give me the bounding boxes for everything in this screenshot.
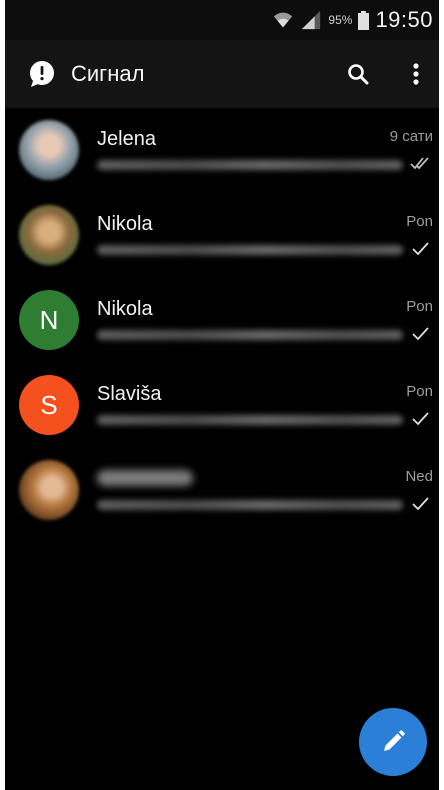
- phone-screen: 95% 19:50 Сигнал Jelena 9 сати Nikola Po…: [5, 0, 439, 790]
- overflow-menu-icon: [413, 63, 419, 85]
- battery-icon: [358, 10, 370, 30]
- contact-name-blurred: [97, 470, 193, 486]
- status-bar: 95% 19:50: [5, 0, 439, 40]
- message-snippet-blurred: [97, 160, 403, 170]
- signal-strength-icon: [302, 10, 321, 30]
- search-icon: [348, 64, 369, 85]
- status-clock: 19:50: [375, 7, 433, 32]
- contact-name: Slaviša: [97, 383, 162, 405]
- contact-avatar: [19, 120, 79, 180]
- check-icon: [412, 327, 429, 341]
- app-bar: Сигнал: [5, 40, 439, 108]
- contact-name: Nikola: [97, 298, 153, 320]
- contact-avatar: S: [19, 375, 79, 435]
- signal-logo-icon: [30, 61, 54, 87]
- check-icon: [412, 412, 429, 426]
- battery-percent: 95%: [328, 13, 353, 27]
- message-snippet-blurred: [97, 415, 403, 425]
- contact-name: Nikola: [97, 213, 153, 235]
- overflow-menu-button[interactable]: [399, 57, 433, 91]
- double-check-icon: [410, 157, 429, 170]
- message-snippet-blurred: [97, 245, 403, 255]
- check-icon: [412, 497, 429, 511]
- conversation-timestamp: 9 сати: [389, 128, 433, 145]
- message-snippet-blurred: [97, 500, 403, 510]
- app-title: Сигнал: [71, 61, 145, 86]
- conversation-item[interactable]: Nikola Pon: [5, 193, 439, 278]
- conversation-timestamp: Pon: [406, 298, 433, 315]
- conversation-list: Jelena 9 сати Nikola Pon N Nikola Pon S …: [5, 108, 439, 533]
- contact-avatar: N: [19, 290, 79, 350]
- contact-name: Jelena: [97, 128, 156, 150]
- contact-avatar: [19, 205, 79, 265]
- conversation-item[interactable]: Ned: [5, 448, 439, 533]
- conversation-item[interactable]: N Nikola Pon: [5, 278, 439, 363]
- conversation-item[interactable]: Jelena 9 сати: [5, 108, 439, 193]
- contact-avatar: [19, 460, 79, 520]
- conversation-timestamp: Ned: [405, 468, 433, 485]
- compose-button[interactable]: [359, 708, 427, 776]
- search-button[interactable]: [341, 57, 375, 91]
- message-snippet-blurred: [97, 330, 403, 340]
- check-icon: [412, 242, 429, 256]
- conversation-item[interactable]: S Slaviša Pon: [5, 363, 439, 448]
- conversation-timestamp: Pon: [406, 383, 433, 400]
- wifi-icon: [274, 12, 293, 28]
- pencil-icon: [384, 730, 405, 751]
- conversation-timestamp: Pon: [406, 213, 433, 230]
